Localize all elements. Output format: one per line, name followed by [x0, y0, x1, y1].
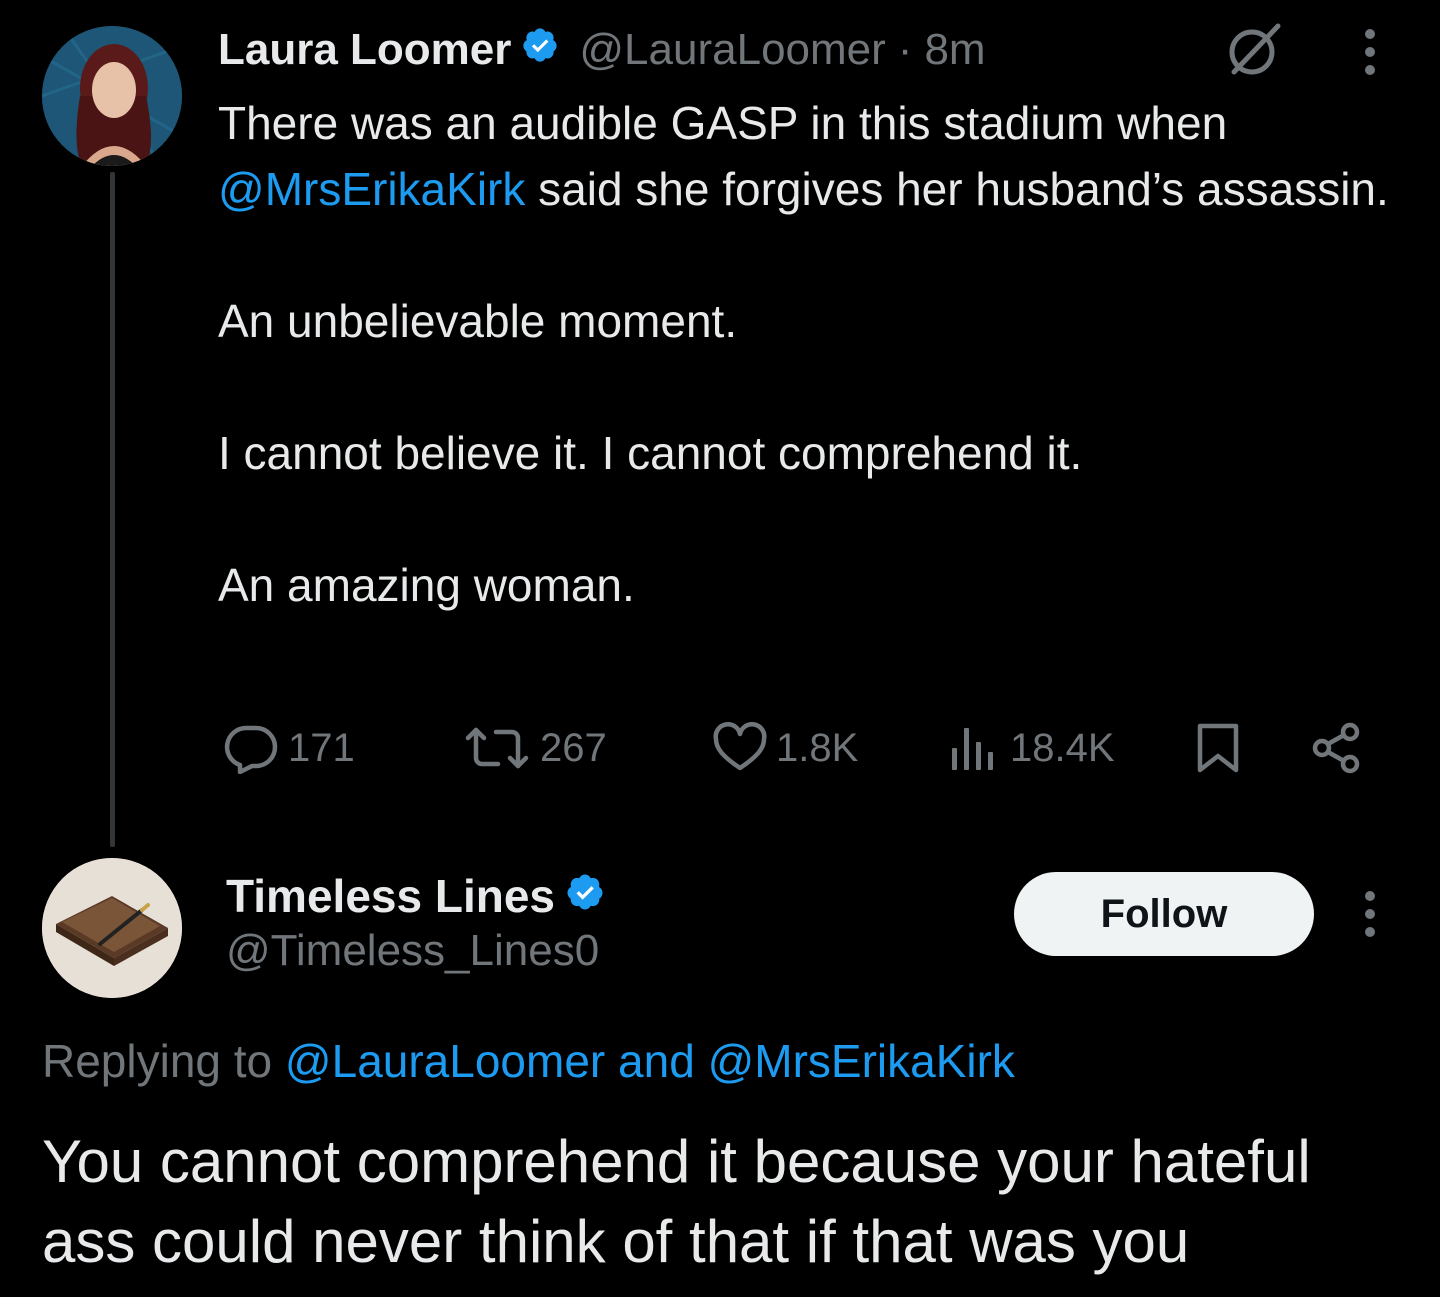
replying-to-conjunction: and: [618, 1035, 695, 1087]
repost-button[interactable]: 267: [462, 720, 607, 776]
tweet-text-segment: There was an audible GASP in this stadiu…: [218, 97, 1228, 149]
reply-button[interactable]: 171: [224, 720, 355, 776]
parent-tweet-text: There was an audible GASP in this stadiu…: [218, 90, 1398, 618]
share-icon: [1312, 722, 1360, 774]
tweet-timestamp[interactable]: 8m: [924, 25, 985, 75]
tweet-paragraph-3: I cannot believe it. I cannot comprehend…: [218, 427, 1083, 479]
avatar-image: [42, 858, 182, 998]
mention-link[interactable]: @MrsErikaKirk: [708, 1035, 1015, 1087]
avatar-image: [42, 26, 182, 166]
like-button[interactable]: 1.8K: [712, 720, 858, 776]
repost-count: 267: [540, 725, 607, 770]
reply-author-row: Timeless Lines: [226, 866, 605, 926]
more-options-icon[interactable]: [1352, 24, 1388, 80]
tweet-paragraph-4: An amazing woman.: [218, 559, 635, 611]
avatar-laura-loomer[interactable]: [42, 26, 182, 166]
reply-icon: [224, 725, 278, 774]
views-icon: [952, 728, 993, 770]
bookmark-icon: [1197, 723, 1239, 773]
parent-tweet-header: Laura Loomer @LauraLoomer · 8m: [218, 22, 986, 78]
mention-link[interactable]: @LauraLoomer: [285, 1035, 605, 1087]
reply-author-handle[interactable]: @Timeless_Lines0: [226, 926, 599, 976]
reply-author-display-name[interactable]: Timeless Lines: [226, 869, 555, 923]
views-button[interactable]: 18.4K: [946, 720, 1115, 776]
like-count: 1.8K: [776, 725, 859, 770]
follow-button[interactable]: Follow: [1014, 872, 1314, 956]
like-icon: [713, 722, 767, 771]
replying-to-line: Replying to @LauraLoomer and @MrsErikaKi…: [42, 1034, 1015, 1088]
verified-badge-icon[interactable]: [521, 25, 559, 75]
views-count: 18.4K: [1010, 725, 1115, 770]
author-display-name[interactable]: Laura Loomer: [218, 25, 511, 75]
avatar-timeless-lines[interactable]: [42, 858, 182, 998]
reply-count: 171: [288, 725, 355, 770]
author-handle[interactable]: @LauraLoomer: [579, 25, 885, 75]
tweet-paragraph-2: An unbelievable moment.: [218, 295, 738, 347]
verified-badge-icon[interactable]: [565, 869, 605, 923]
separator-dot: ·: [897, 25, 913, 74]
share-button[interactable]: [1308, 720, 1364, 776]
bookmark-button[interactable]: [1190, 720, 1246, 776]
reply-tweet-text: You cannot comprehend it because your ha…: [42, 1128, 1311, 1275]
thread-line: [110, 172, 115, 847]
repost-icon: [465, 727, 529, 769]
more-options-icon[interactable]: [1352, 886, 1388, 942]
tweet-text-segment: said she forgives her husband’s assassin…: [538, 163, 1389, 215]
grok-icon[interactable]: [1222, 20, 1284, 80]
mention-link[interactable]: @MrsErikaKirk: [218, 163, 525, 215]
tweet-paragraph-1: There was an audible GASP in this stadiu…: [218, 90, 1398, 222]
replying-to-label: Replying to: [42, 1035, 273, 1087]
